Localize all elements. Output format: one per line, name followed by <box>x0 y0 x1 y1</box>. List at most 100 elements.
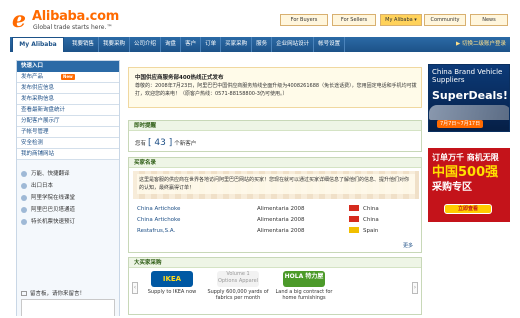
buyers-more-link[interactable]: 更多 <box>403 242 413 249</box>
buyer-event: Alimentaria 2008 <box>257 216 305 223</box>
translate-icon <box>21 171 27 177</box>
top-nav-for-buyers[interactable]: For Buyers <box>280 14 328 26</box>
notice-body: 尊敬的：2008年7月23日，阿里巴巴中国供应商服务热线全面升级为4008261… <box>135 83 417 97</box>
alibaba-logo[interactable]: ℯ Alibaba.com Global trade starts here.™ <box>12 6 162 36</box>
tool-online-class[interactable]: 阿里学院在线课堂 <box>17 192 119 204</box>
ad-headline: 订单万千 商机无限 <box>432 153 499 162</box>
nav-item-account-settings[interactable]: 帐号设置 <box>314 37 346 52</box>
apparel-logo: Volume 1 Options Apparel <box>217 271 259 287</box>
navbar-items: 我要销售 我要采购 公司介绍 询盘 客户 订单 买家采购 服务 企业网站设计 帐… <box>68 37 346 52</box>
sidebar-item-inquiry-stats[interactable]: 查看最新询盘统计 <box>17 105 119 116</box>
japan-icon <box>21 183 27 189</box>
carousel-prev-icon[interactable]: ‹ <box>132 282 138 294</box>
top-nav-for-sellers[interactable]: For Sellers <box>332 14 376 26</box>
sidebar-item-publish-purchase[interactable]: 发布采购信息 <box>17 94 119 105</box>
ad-top500: 中国500强 <box>432 165 499 180</box>
buyer-country: China <box>363 205 379 212</box>
nav-item-sell[interactable]: 我要销售 <box>68 37 100 52</box>
procurement-item-ikea[interactable]: IKEA Supply to IKEA now <box>141 271 203 295</box>
ad-zone: 采购专区 <box>432 182 472 193</box>
ad-superdeals: SuperDeals! <box>432 89 508 102</box>
china-flag-icon <box>349 216 359 223</box>
table-row: China Artichoke Alimentaria 2008 China <box>137 214 413 225</box>
nav-item-buyer-procurement[interactable]: 买家采购 <box>221 37 253 52</box>
buyer-country: Spain <box>363 227 379 234</box>
top500-ad[interactable]: 订单万千 商机无限 中国500强 采购专区 立即查看 <box>428 148 510 222</box>
view-now-button[interactable]: 立即查看 <box>444 204 492 214</box>
sidebar-item-publish-product[interactable]: 发布产品 New <box>17 72 119 83</box>
sidebar-item-showroom[interactable]: 分配客户展示厅 <box>17 116 119 127</box>
nav-item-customers[interactable]: 客户 <box>181 37 202 52</box>
ad-dates: 7月7日~7月17日 <box>437 120 484 128</box>
buyer-country: China <box>363 216 379 223</box>
top-nav-news[interactable]: News <box>470 14 508 26</box>
nav-item-orders[interactable]: 订单 <box>201 37 222 52</box>
top-nav-community[interactable]: Community <box>424 14 466 26</box>
nav-item-website-design[interactable]: 企业网站设计 <box>272 37 315 52</box>
buyer-name-link[interactable]: China Artichoke <box>137 214 257 225</box>
tool-translate[interactable]: 万能、快捷翻译 <box>17 168 119 180</box>
logo-mark-icon: ℯ <box>12 8 26 33</box>
tool-label: 阿里巴巴贝塔通道 <box>31 207 76 213</box>
message-board-input[interactable] <box>21 299 115 316</box>
buyers-table: China Artichoke Alimentaria 2008 China C… <box>137 203 413 236</box>
carousel-next-icon[interactable]: › <box>412 282 418 294</box>
nav-item-buy[interactable]: 我要采购 <box>99 37 131 52</box>
nav-item-inquiries[interactable]: 询盘 <box>161 37 182 52</box>
sidebar-item-my-shop[interactable]: 我的商铺网站 <box>17 149 119 160</box>
sidebar-menu: 发布产品 New 发布供应信息 发布采购信息 查看最新询盘统计 分配客户展示厅 子… <box>17 72 119 160</box>
message-board-label: 留言板，请你来留言！ <box>21 289 85 297</box>
tool-export-japan[interactable]: 出口日本 <box>17 180 119 192</box>
sidebar-item-label: 子帐号管理 <box>21 129 49 135</box>
beta-icon <box>21 207 27 213</box>
tool-beta-channel[interactable]: 阿里巴巴贝塔通道 <box>17 204 119 216</box>
superdeals-ad[interactable]: China Brand Vehicle Suppliers SuperDeals… <box>428 64 510 132</box>
sidebar-item-security[interactable]: 安全检测 <box>17 138 119 149</box>
buyer-name-link[interactable]: China Artichoke <box>137 203 257 214</box>
visitor-prefix: 您有 <box>135 141 147 147</box>
tool-label: 阿里学院在线课堂 <box>31 195 76 201</box>
sidebar-item-label: 发布采购信息 <box>21 96 55 102</box>
procurement-caption: Supply to IKEA now <box>147 289 197 295</box>
nav-item-company[interactable]: 公司介绍 <box>130 37 162 52</box>
new-customer-count[interactable]: [ 43 ] <box>148 138 172 148</box>
top-nav-my-alibaba[interactable]: My Alibaba ▾ <box>380 14 422 26</box>
nav-item-services[interactable]: 服务 <box>252 37 273 52</box>
buyers-panel: 买家名录 这里是客服的供应商在世界各地访问阿里巴巴网站的买家！您现在就可以通过买… <box>128 157 422 253</box>
new-badge: New <box>61 74 75 80</box>
sidebar-item-subaccounts[interactable]: 子帐号管理 <box>17 127 119 138</box>
buyers-intro: 这里是客服的供应商在世界各地访问阿里巴巴网站的买家！您现在就可以通过买家详细信息… <box>137 174 415 194</box>
tab-my-alibaba[interactable]: My Alibaba <box>12 37 64 52</box>
main-navbar: My Alibaba 我要销售 我要采购 公司介绍 询盘 客户 订单 买家采购 … <box>10 37 510 52</box>
tool-label: 特长机票快速预订 <box>31 219 76 225</box>
visitor-line: 您有 [ 43 ] 个新客户 <box>135 138 196 148</box>
notice-title: 中国供应商服务部400热线正式发布 <box>135 75 224 81</box>
buyer-name-link[interactable]: Restafrus,S.A. <box>137 225 257 236</box>
tool-label: 万能、快捷翻译 <box>31 171 70 177</box>
message-icon <box>21 290 27 296</box>
plane-icon <box>21 219 27 225</box>
sidebar-item-publish-supply[interactable]: 发布供应信息 <box>17 83 119 94</box>
ad-headline: China Brand Vehicle Suppliers <box>432 68 503 84</box>
switch-account-link[interactable]: ▶ 切换二级账户登录 <box>456 37 506 52</box>
tool-label: 出口日本 <box>31 183 54 189</box>
sidebar-item-label: 发布产品 <box>21 74 44 80</box>
sidebar-title: 快速入口 <box>17 61 119 72</box>
sidebar-item-label: 发布供应信息 <box>21 85 55 91</box>
procurement-item-fabrics[interactable]: Volume 1 Options Apparel Supply 600,000 … <box>207 271 269 301</box>
procurement-panel-title: 大买家采购 <box>129 258 421 268</box>
logo-brand: Alibaba.com <box>32 9 119 24</box>
car-image <box>429 105 509 120</box>
buyer-event: Alimentaria 2008 <box>257 227 305 234</box>
sidebar-tools: 万能、快捷翻译 出口日本 阿里学院在线课堂 阿里巴巴贝塔通道 特长机票快速预订 <box>17 168 119 228</box>
visitor-panel-title: 即时提醒 <box>129 121 421 131</box>
buyer-event: Alimentaria 2008 <box>257 205 305 212</box>
procurement-panel: 大买家采购 ‹ IKEA Supply to IKEA now Volume 1… <box>128 257 422 315</box>
ikea-logo: IKEA <box>151 271 193 287</box>
tool-flight-booking[interactable]: 特长机票快速预订 <box>17 216 119 228</box>
procurement-caption: Supply 600,000 yards of fabrics per mont… <box>207 289 269 301</box>
sidebar: 快速入口 发布产品 New 发布供应信息 发布采购信息 查看最新询盘统计 分配客户… <box>16 60 120 316</box>
procurement-item-hola[interactable]: HOLA 特力屋 Land a big contract for home fu… <box>271 271 337 301</box>
china-flag-icon <box>349 205 359 212</box>
page: ℯ Alibaba.com Global trade starts here.™… <box>10 4 510 316</box>
